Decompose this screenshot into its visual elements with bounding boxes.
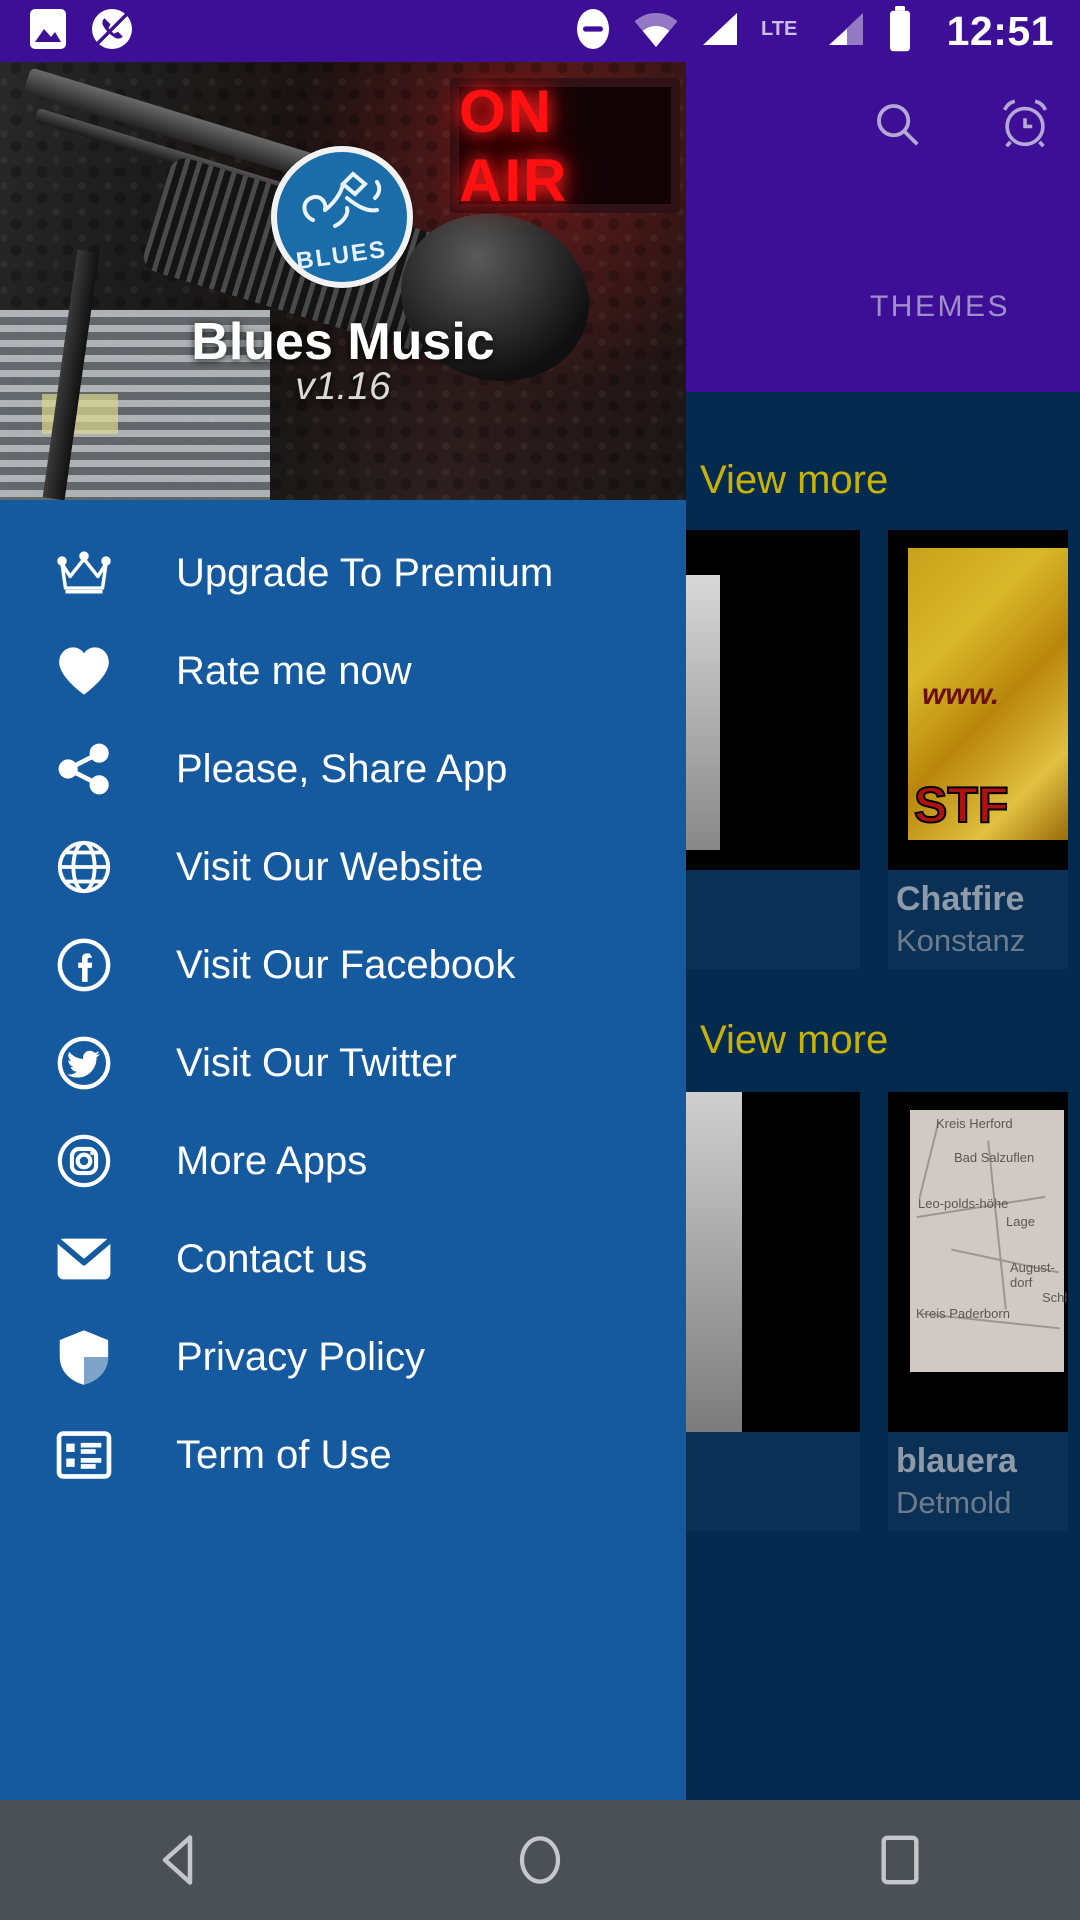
card-thumbnail: Kreis Herford Bad Salzuflen Leo-polds-hö… <box>888 1092 1068 1432</box>
drawer-header: ON AIR BLUES Blues Music v1.16 <box>0 0 686 500</box>
card-subtitle <box>680 1442 860 1456</box>
twitter-icon <box>42 1034 126 1092</box>
list-item[interactable]: Kreis Herford Bad Salzuflen Leo-polds-hö… <box>888 1092 1068 1531</box>
signal-icon <box>699 9 741 54</box>
card-title <box>680 1432 860 1442</box>
thumbnail-strip <box>680 1092 742 1432</box>
share-icon <box>42 741 126 797</box>
view-more-link-2[interactable]: View more <box>700 1000 1080 1081</box>
view-more-link-1[interactable]: View more <box>700 440 1080 521</box>
drawer-item-term-of-use[interactable]: Term of Use <box>0 1406 686 1504</box>
tab-themes[interactable]: THEMES <box>870 290 1010 324</box>
list-item[interactable] <box>680 530 860 969</box>
svg-text:LTE: LTE <box>761 18 797 40</box>
card-thumbnail <box>680 530 860 870</box>
screen: THEMES View more www. STF Chatfire Konst… <box>0 0 1080 1920</box>
drawer-item-contact-us[interactable]: Contact us <box>0 1210 686 1308</box>
drawer-item-label: Please, Share App <box>176 746 508 791</box>
card-thumbnail: www. STF <box>888 530 1068 870</box>
drawer-item-label: Privacy Policy <box>176 1334 425 1379</box>
view-more-row-2: View more <box>700 1000 1080 1081</box>
crown-icon <box>42 551 126 595</box>
thumbnail-map: Kreis Herford Bad Salzuflen Leo-polds-hö… <box>910 1110 1068 1372</box>
recents-button[interactable] <box>800 1800 1000 1920</box>
map-road <box>918 1120 940 1200</box>
system-navigation-bar <box>0 1800 1080 1920</box>
facebook-icon <box>42 936 126 994</box>
card-title: blauera <box>896 1442 1017 1480</box>
mail-icon <box>42 1235 126 1283</box>
thumbnail-station-text: STF <box>913 776 1009 834</box>
map-label: Bad Salzuflen <box>954 1150 1035 1165</box>
image-icon <box>28 7 68 56</box>
app-version: v1.16 <box>295 365 391 408</box>
shield-icon <box>42 1328 126 1386</box>
list-item[interactable] <box>680 1092 860 1531</box>
globe-icon <box>42 838 126 896</box>
drawer-item-label: Rate me now <box>176 648 412 693</box>
drawer-item-visit-website[interactable]: Visit Our Website <box>0 818 686 916</box>
on-air-sign: ON AIR <box>450 77 680 214</box>
heart-icon <box>42 645 126 697</box>
view-more-row-1: View more <box>700 440 1080 521</box>
card-subtitle: Detmold <box>896 1485 1012 1520</box>
wifi-icon <box>633 9 679 54</box>
drawer-item-label: Contact us <box>176 1236 368 1281</box>
drawer-item-upgrade-to-premium[interactable]: Upgrade To Premium <box>0 524 686 622</box>
drawer-menu: Upgrade To Premium Rate me now Please, S… <box>0 500 686 1504</box>
search-icon[interactable] <box>870 97 924 156</box>
drawer-item-label: Visit Our Twitter <box>176 1040 457 1085</box>
status-bar: LTE 12:51 <box>0 0 1080 62</box>
drawer-item-share-app[interactable]: Please, Share App <box>0 720 686 818</box>
lte-label: LTE <box>761 15 805 48</box>
drawer-item-label: Visit Our Website <box>176 844 484 889</box>
map-label: Leo-polds-höhe <box>918 1196 1009 1211</box>
map-label: Kreis Paderborn <box>916 1306 1010 1321</box>
drawer-item-rate-me-now[interactable]: Rate me now <box>0 622 686 720</box>
do-not-disturb-icon <box>573 6 613 57</box>
card-row-2: Kreis Herford Bad Salzuflen Leo-polds-hö… <box>680 1092 1068 1531</box>
missed-call-icon <box>90 7 134 56</box>
card-title <box>680 870 860 880</box>
card-subtitle: Konstanz <box>896 923 1026 958</box>
status-bar-clock: 12:51 <box>946 7 1054 54</box>
map-label: Kreis Herford <box>936 1116 1013 1131</box>
back-button[interactable] <box>80 1800 280 1920</box>
blues-logo: BLUES <box>271 146 413 288</box>
drawer-item-label: Upgrade To Premium <box>176 550 554 595</box>
list-item[interactable]: www. STF Chatfire Konstanz <box>888 530 1068 969</box>
map-road <box>987 1140 1007 1310</box>
drawer-item-more-apps[interactable]: More Apps <box>0 1112 686 1210</box>
card-subtitle <box>680 880 860 894</box>
appbar-actions <box>870 95 1054 158</box>
drawer-item-visit-facebook[interactable]: Visit Our Facebook <box>0 916 686 1014</box>
map-label: August-dorf <box>1010 1260 1055 1290</box>
card-row-1: www. STF Chatfire Konstanz <box>680 530 1068 969</box>
home-button[interactable] <box>440 1800 640 1920</box>
alarm-icon[interactable] <box>996 95 1054 158</box>
map-label: Lage <box>1006 1214 1035 1229</box>
thumbnail-strip <box>680 575 720 850</box>
card-title: Chatfire <box>896 880 1025 918</box>
instagram-icon <box>42 1132 126 1190</box>
status-bar-notifications <box>28 7 134 56</box>
drawer-item-visit-twitter[interactable]: Visit Our Twitter <box>0 1014 686 1112</box>
on-air-label: ON AIR <box>459 77 569 214</box>
navigation-drawer: ON AIR BLUES Blues Music v1.16 Upgrade T… <box>0 0 686 1860</box>
thumbnail-art: www. STF <box>908 548 1068 840</box>
app-title: Blues Music <box>191 313 495 371</box>
list-icon <box>42 1430 126 1480</box>
battery-icon <box>887 5 913 57</box>
card-thumbnail <box>680 1092 860 1432</box>
map-label: Schla <box>1042 1290 1068 1305</box>
status-bar-indicators: LTE 12:51 <box>573 5 1054 57</box>
drawer-item-label: More Apps <box>176 1138 368 1183</box>
drawer-item-privacy-policy[interactable]: Privacy Policy <box>0 1308 686 1406</box>
signal2-icon <box>825 9 867 54</box>
thumbnail-url-text: www. <box>922 678 1000 711</box>
drawer-item-label: Visit Our Facebook <box>176 942 516 987</box>
drawer-item-label: Term of Use <box>176 1432 392 1477</box>
